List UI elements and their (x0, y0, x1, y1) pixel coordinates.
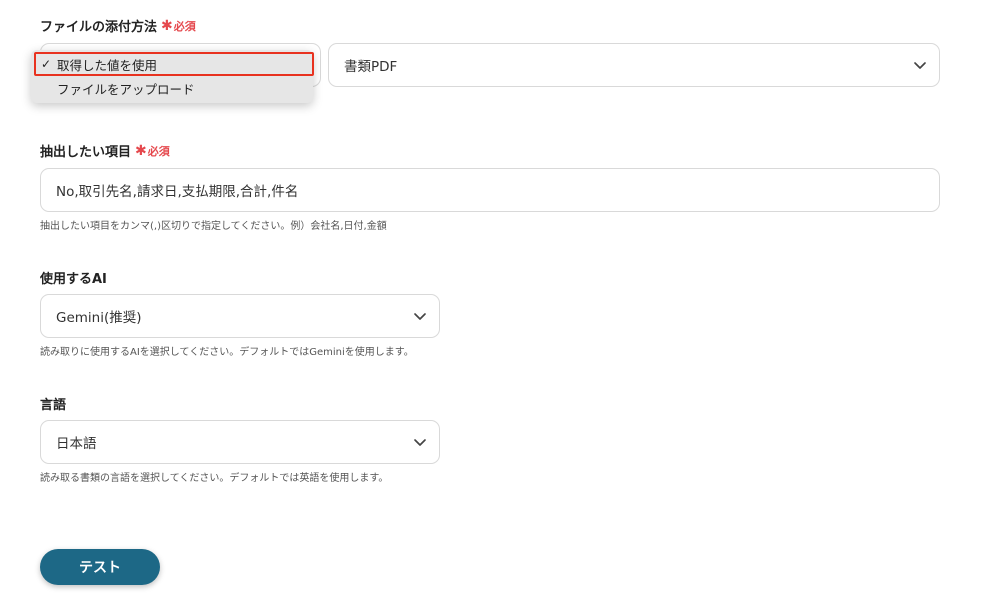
language-select[interactable]: 日本語 (40, 420, 440, 464)
language-help: 読み取る書類の言語を選択してください。デフォルトでは英語を使用します。 (40, 473, 389, 484)
menu-item-use-value[interactable]: ✓ 取得した値を使用 (31, 52, 313, 76)
ai-label: 使用するAI (40, 268, 107, 287)
extract-items-value: No,取引先名,請求日,支払期限,合計,件名 (56, 184, 299, 200)
menu-item-upload-file[interactable]: ファイルをアップロード (31, 76, 313, 100)
attachment-label: ファイルの添付方法 ✱ 必須 (40, 16, 196, 36)
file-select-value: 書類PDF (344, 59, 398, 75)
required-badge: 必須 (147, 144, 170, 158)
extract-label: 抽出したい項目 ✱ 必須 (40, 141, 170, 161)
ai-label-text: 使用するAI (40, 272, 107, 287)
file-select[interactable]: 書類PDF (328, 43, 940, 87)
chevron-down-icon (414, 313, 426, 320)
menu-item-label: 取得した値を使用 (57, 57, 158, 73)
test-button[interactable]: テスト (40, 549, 160, 585)
form-page: ファイルの添付方法 ✱ 必須 書類PDF ✓ 取得した値を使用 ファイルをアップ… (0, 0, 987, 600)
extract-label-text: 抽出したい項目 (40, 145, 132, 160)
menu-item-label: ファイルをアップロード (57, 81, 195, 97)
ai-select[interactable]: Gemini(推奨) (40, 294, 440, 338)
extract-help: 抽出したい項目をカンマ(,)区切りで指定してください。例）会社名,日付,金額 (40, 221, 387, 232)
attachment-method-menu: ✓ 取得した値を使用 ファイルをアップロード (31, 50, 313, 103)
attachment-label-text: ファイルの添付方法 (40, 20, 158, 35)
extract-items-input[interactable]: No,取引先名,請求日,支払期限,合計,件名 (40, 168, 940, 212)
chevron-down-icon (414, 439, 426, 446)
check-icon: ✓ (41, 57, 52, 71)
ai-help: 読み取りに使用するAIを選択してください。デフォルトではGeminiを使用します… (40, 347, 414, 358)
asterisk-icon: ✱ (161, 17, 173, 34)
chevron-down-icon (914, 62, 926, 69)
language-label: 言語 (40, 394, 66, 413)
language-select-value: 日本語 (56, 436, 97, 452)
required-badge: 必須 (173, 19, 196, 33)
language-label-text: 言語 (40, 398, 67, 413)
ai-select-value: Gemini(推奨) (56, 310, 142, 326)
asterisk-icon: ✱ (135, 142, 147, 159)
